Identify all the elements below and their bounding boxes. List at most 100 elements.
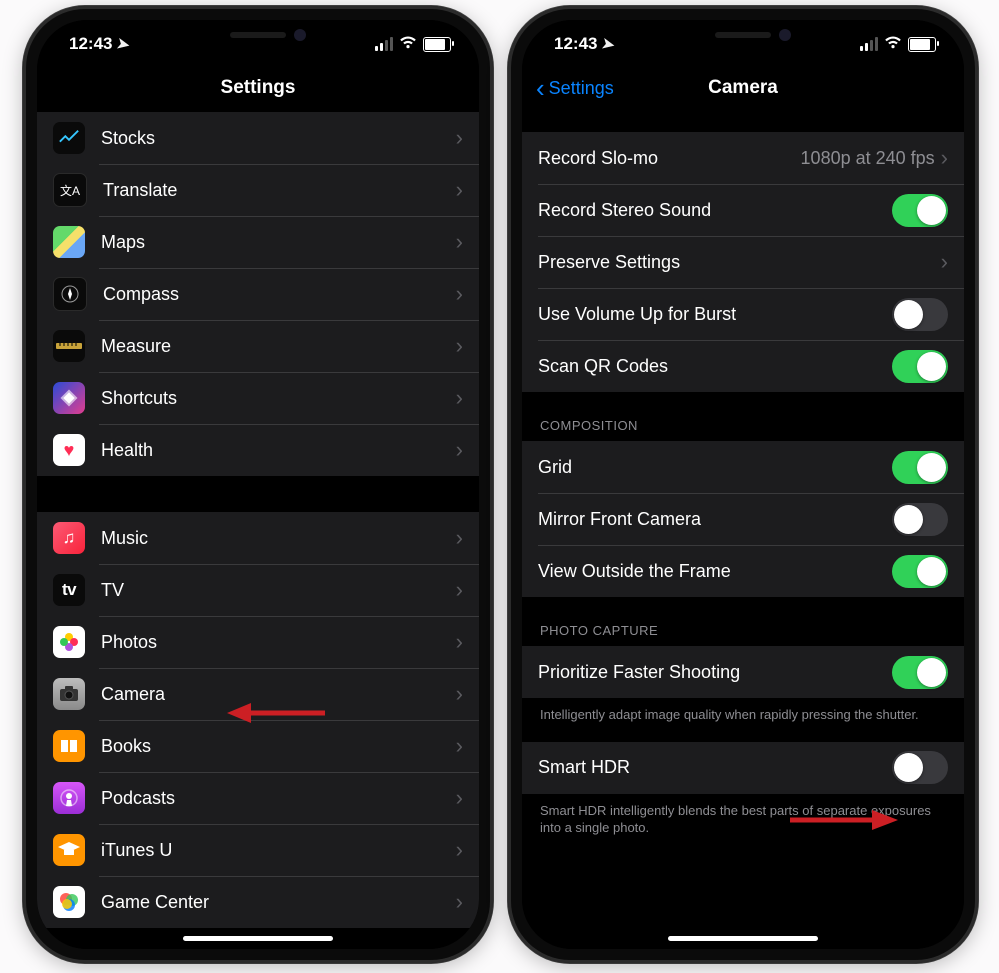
- row-podcasts[interactable]: Podcasts ›: [37, 772, 479, 824]
- row-label: Stocks: [101, 128, 456, 149]
- chevron-right-icon: ›: [456, 735, 463, 757]
- chevron-right-icon: ›: [456, 683, 463, 705]
- stocks-icon: [53, 122, 85, 154]
- notch: [639, 20, 847, 53]
- row-label: Translate: [103, 180, 456, 201]
- toggle-grid[interactable]: [892, 451, 948, 484]
- row-label: Compass: [103, 284, 456, 305]
- chevron-right-icon: ›: [456, 439, 463, 461]
- row-label: Mirror Front Camera: [538, 509, 892, 530]
- row-label: Preserve Settings: [538, 252, 941, 273]
- section-footer-hdr: Smart HDR intelligently blends the best …: [522, 794, 964, 841]
- row-label: Prioritize Faster Shooting: [538, 662, 892, 683]
- phone-camera-settings: 12:43 ➤ ‹ Settings Camera: [508, 6, 978, 963]
- row-label: Record Stereo Sound: [538, 200, 892, 221]
- toggle-smart-hdr[interactable]: [892, 751, 948, 784]
- row-label: Record Slo-mo: [538, 148, 801, 169]
- toggle-volume-burst[interactable]: [892, 298, 948, 331]
- row-music[interactable]: ♫ Music ›: [37, 512, 479, 564]
- tv-icon: tv: [53, 574, 85, 606]
- row-smart-hdr[interactable]: Smart HDR: [522, 742, 964, 794]
- row-record-stereo-sound[interactable]: Record Stereo Sound: [522, 184, 964, 236]
- chevron-right-icon: ›: [456, 631, 463, 653]
- row-books[interactable]: Books ›: [37, 720, 479, 772]
- row-photos[interactable]: Photos ›: [37, 616, 479, 668]
- row-shortcuts[interactable]: Shortcuts ›: [37, 372, 479, 424]
- row-record-slomo[interactable]: Record Slo-mo 1080p at 240 fps ›: [522, 132, 964, 184]
- row-mirror-front-camera[interactable]: Mirror Front Camera: [522, 493, 964, 545]
- toggle-scan-qr[interactable]: [892, 350, 948, 383]
- row-label: Measure: [101, 336, 456, 357]
- screen-camera-settings: 12:43 ➤ ‹ Settings Camera: [522, 20, 964, 949]
- chevron-right-icon: ›: [456, 179, 463, 201]
- phone-settings-root: 12:43 ➤ Settings Stocks ›: [23, 6, 493, 963]
- row-view-outside-frame[interactable]: View Outside the Frame: [522, 545, 964, 597]
- camera-settings-list[interactable]: Record Slo-mo 1080p at 240 fps › Record …: [522, 112, 964, 949]
- row-translate[interactable]: 文A Translate ›: [37, 164, 479, 216]
- row-grid[interactable]: Grid: [522, 441, 964, 493]
- section-header-photo-capture: PHOTO CAPTURE: [522, 597, 964, 646]
- page-title: Camera: [708, 77, 778, 99]
- status-time: 12:43: [69, 34, 112, 54]
- row-tv[interactable]: tv TV ›: [37, 564, 479, 616]
- back-button[interactable]: ‹ Settings: [536, 64, 614, 112]
- chevron-right-icon: ›: [456, 527, 463, 549]
- chevron-right-icon: ›: [456, 335, 463, 357]
- battery-icon: [423, 37, 451, 52]
- location-icon: ➤: [601, 34, 617, 54]
- row-camera[interactable]: Camera ›: [37, 668, 479, 720]
- signal-icon: [860, 37, 878, 51]
- books-icon: [53, 730, 85, 762]
- row-compass[interactable]: Compass ›: [37, 268, 479, 320]
- row-label: View Outside the Frame: [538, 561, 892, 582]
- section-header-composition: COMPOSITION: [522, 392, 964, 441]
- row-itunesu[interactable]: iTunes U ›: [37, 824, 479, 876]
- toggle-faster-shooting[interactable]: [892, 656, 948, 689]
- row-label: Camera: [101, 684, 456, 705]
- wifi-icon: [399, 34, 417, 54]
- chevron-right-icon: ›: [456, 787, 463, 809]
- row-label: Photos: [101, 632, 456, 653]
- settings-list[interactable]: Stocks › 文A Translate › Maps ›: [37, 112, 479, 949]
- camera-icon: [53, 678, 85, 710]
- nav-bar: Settings: [37, 64, 479, 112]
- row-label: Podcasts: [101, 788, 456, 809]
- battery-icon: [908, 37, 936, 52]
- measure-icon: [53, 330, 85, 362]
- row-health[interactable]: ♥ Health ›: [37, 424, 479, 476]
- screen-settings: 12:43 ➤ Settings Stocks ›: [37, 20, 479, 949]
- row-label: Game Center: [101, 892, 456, 913]
- wifi-icon: [884, 34, 902, 54]
- location-icon: ➤: [116, 34, 132, 54]
- row-prioritize-faster-shooting[interactable]: Prioritize Faster Shooting: [522, 646, 964, 698]
- toggle-outside-frame[interactable]: [892, 555, 948, 588]
- compass-icon: [53, 277, 87, 311]
- back-label: Settings: [549, 78, 614, 99]
- home-indicator[interactable]: [183, 936, 333, 941]
- shortcuts-icon: [53, 382, 85, 414]
- chevron-right-icon: ›: [456, 231, 463, 253]
- row-maps[interactable]: Maps ›: [37, 216, 479, 268]
- row-gamecenter[interactable]: Game Center ›: [37, 876, 479, 928]
- signal-icon: [375, 37, 393, 51]
- podcasts-icon: [53, 782, 85, 814]
- gamecenter-icon: [53, 886, 85, 918]
- row-preserve-settings[interactable]: Preserve Settings ›: [522, 236, 964, 288]
- chevron-right-icon: ›: [456, 579, 463, 601]
- toggle-stereo-sound[interactable]: [892, 194, 948, 227]
- row-stocks[interactable]: Stocks ›: [37, 112, 479, 164]
- page-title: Settings: [221, 77, 296, 99]
- row-label: Music: [101, 528, 456, 549]
- chevron-right-icon: ›: [941, 251, 948, 273]
- chevron-right-icon: ›: [456, 839, 463, 861]
- toggle-mirror-front[interactable]: [892, 503, 948, 536]
- row-label: TV: [101, 580, 456, 601]
- chevron-right-icon: ›: [456, 891, 463, 913]
- music-icon: ♫: [53, 522, 85, 554]
- row-volume-up-burst[interactable]: Use Volume Up for Burst: [522, 288, 964, 340]
- row-label: iTunes U: [101, 840, 456, 861]
- chevron-left-icon: ‹: [536, 75, 545, 101]
- home-indicator[interactable]: [668, 936, 818, 941]
- row-scan-qr[interactable]: Scan QR Codes: [522, 340, 964, 392]
- row-measure[interactable]: Measure ›: [37, 320, 479, 372]
